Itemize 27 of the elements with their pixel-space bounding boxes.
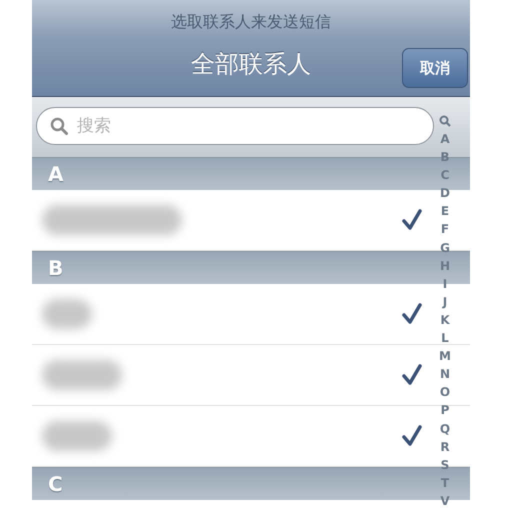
index-letter[interactable]: D xyxy=(440,184,450,202)
index-letter[interactable]: E xyxy=(440,202,450,220)
search-icon[interactable] xyxy=(439,115,451,127)
section-letter: A xyxy=(48,161,64,188)
section-letter: B xyxy=(48,255,64,282)
cancel-button[interactable]: 取消 xyxy=(402,48,468,88)
screen-title: 全部联系人 xyxy=(191,49,311,80)
index-letter[interactable]: O xyxy=(440,383,450,402)
section-letter: C xyxy=(48,471,63,498)
index-letter[interactable]: P xyxy=(440,401,450,420)
index-letter[interactable]: J xyxy=(442,292,448,311)
blurred-name xyxy=(42,421,112,451)
index-letter[interactable]: V xyxy=(440,492,450,510)
index-letter[interactable]: Q xyxy=(440,420,450,438)
index-letter[interactable]: R xyxy=(440,438,450,456)
index-letter[interactable]: A xyxy=(440,130,450,148)
prompt-text: 选取联系人来发送短信 xyxy=(170,11,332,33)
blurred-name xyxy=(42,299,92,329)
index-letter[interactable]: I xyxy=(442,274,448,293)
index-letter[interactable]: N xyxy=(440,365,450,384)
index-letter[interactable]: K xyxy=(440,310,450,330)
search-field[interactable]: 搜索 xyxy=(36,107,434,145)
index-letter[interactable]: M xyxy=(439,347,451,366)
index-letter[interactable]: G xyxy=(440,238,450,257)
index-letter[interactable]: B xyxy=(440,148,450,166)
index-letter[interactable]: F xyxy=(440,220,450,239)
index-letter[interactable]: L xyxy=(441,329,449,348)
